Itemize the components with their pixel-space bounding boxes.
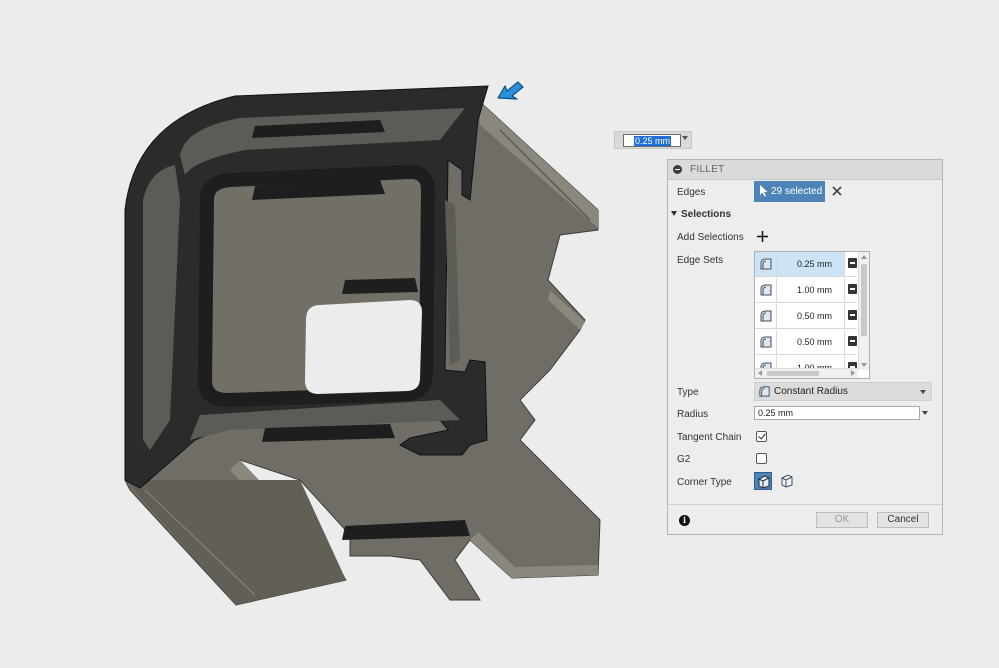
dialog-header: FILLET [668, 160, 942, 180]
scroll-up-icon[interactable] [861, 255, 867, 259]
g2-label: G2 [677, 454, 691, 465]
pointer-arrow-icon [497, 81, 524, 100]
edge-set-icon-cell [755, 252, 777, 276]
edge-set-radius-cell[interactable]: 0.50 mm [777, 330, 845, 354]
edges-selected-count: 29 selected [771, 186, 823, 197]
chevron-down-icon[interactable] [682, 136, 688, 140]
scrollbar-thumb[interactable] [767, 371, 819, 376]
edge-set-icon-cell [755, 330, 777, 354]
scrollbar-thumb[interactable] [861, 264, 867, 336]
dialog-footer-divider [668, 504, 942, 505]
edge-set-icon-cell [755, 304, 777, 328]
remove-edge-set-icon[interactable] [848, 336, 857, 346]
add-selections-label: Add Selections [677, 232, 744, 243]
corner-type-rolling-ball-button[interactable] [754, 472, 772, 490]
corner-type-setback-button[interactable] [778, 472, 796, 490]
scroll-down-icon[interactable] [861, 363, 867, 367]
edge-sets-label: Edge Sets [677, 255, 724, 266]
type-value: Constant Radius [774, 386, 848, 397]
fillet-icon [759, 386, 770, 397]
fillet-dialog: FILLET Edges 29 selected Selections Add … [667, 159, 943, 535]
edge-set-radius: 0.50 mm [796, 311, 832, 321]
cancel-button[interactable]: Cancel [877, 512, 929, 528]
edge-set-row[interactable]: 1.00 mm [755, 278, 857, 303]
type-label: Type [677, 387, 699, 398]
radius-floating-input[interactable]: 0.25 mm [614, 131, 692, 149]
remove-edge-set-icon[interactable] [848, 284, 857, 294]
model-through-hole [305, 300, 422, 394]
remove-edge-set-icon[interactable] [848, 258, 857, 268]
triangle-down-icon[interactable] [671, 211, 677, 216]
model-left-body[interactable] [125, 480, 346, 605]
selections-section-title[interactable]: Selections [681, 209, 731, 220]
tangent-chain-label: Tangent Chain [677, 432, 742, 443]
horizontal-scrollbar[interactable] [755, 368, 858, 378]
remove-edge-set-icon[interactable] [848, 310, 857, 320]
edges-label: Edges [677, 187, 706, 198]
dialog-title: FILLET [690, 164, 725, 175]
setback-corner-icon [781, 474, 793, 488]
info-icon[interactable]: i [679, 515, 690, 526]
radius-floating-field[interactable]: 0.25 mm [623, 134, 681, 147]
cursor-icon [760, 185, 768, 197]
fillet-icon [760, 284, 772, 296]
chevron-down-icon[interactable] [922, 411, 928, 415]
radius-input[interactable]: 0.25 mm [754, 406, 920, 420]
corner-type-label: Corner Type [677, 477, 732, 488]
fillet-icon [760, 336, 772, 348]
scroll-left-icon[interactable] [758, 370, 762, 376]
edge-set-radius-cell[interactable]: 0.50 mm [777, 304, 845, 328]
model-slot [342, 278, 418, 294]
ok-button[interactable]: OK [816, 512, 868, 528]
edge-set-row[interactable]: 0.25 mm [755, 252, 857, 277]
clear-selection-icon[interactable] [832, 186, 842, 196]
fillet-icon [760, 258, 772, 270]
edges-selection-button[interactable]: 29 selected [754, 181, 825, 202]
edge-set-radius: 0.25 mm [796, 259, 832, 269]
chevron-down-icon [920, 390, 926, 394]
rolling-ball-corner-icon [758, 475, 770, 489]
edge-set-radius-cell[interactable]: 0.25 mm [777, 252, 845, 276]
edge-set-icon-cell [755, 278, 777, 302]
edge-set-row[interactable]: 0.50 mm [755, 304, 857, 329]
scroll-right-icon[interactable] [851, 370, 855, 376]
plus-icon[interactable] [757, 231, 768, 242]
vertical-scrollbar[interactable] [858, 252, 869, 370]
edge-set-radius: 0.50 mm [796, 337, 832, 347]
edge-set-row[interactable]: 0.50 mm [755, 330, 857, 355]
edge-sets-list[interactable]: 0.25 mm 1.00 mm 0.50 mm 0.50 mm [754, 251, 870, 379]
radius-floating-value: 0.25 mm [634, 136, 672, 146]
radius-label: Radius [677, 409, 709, 420]
collapse-icon[interactable] [673, 165, 682, 174]
edge-set-radius: 1.00 mm [796, 285, 832, 295]
tangent-chain-checkbox[interactable] [756, 431, 767, 442]
edge-set-radius-cell[interactable]: 1.00 mm [777, 278, 845, 302]
type-dropdown[interactable]: Constant Radius [754, 382, 932, 401]
fillet-icon [760, 310, 772, 322]
g2-checkbox[interactable] [756, 453, 767, 464]
